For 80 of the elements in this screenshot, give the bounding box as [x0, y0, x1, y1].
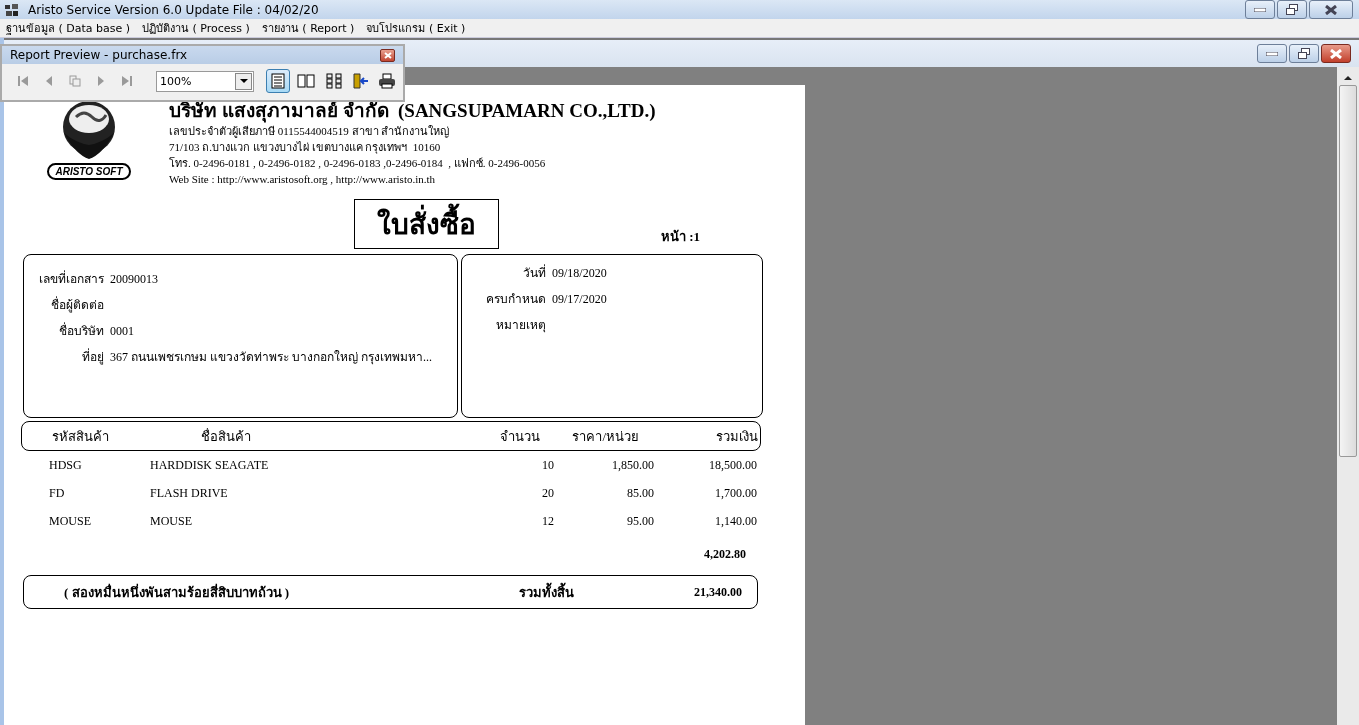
menu-item[interactable]: จบโปรแกรม ( Exit ) — [366, 19, 466, 37]
field-label: ครบกำหนด — [485, 291, 546, 308]
print-button[interactable] — [376, 70, 398, 92]
table-cell-text: 1,850.00 — [611, 457, 654, 473]
app-icon — [4, 2, 20, 17]
field-value: 0001 — [110, 324, 134, 339]
table-cell-text: 1,700.00 — [714, 485, 757, 501]
close-icon — [1330, 48, 1342, 59]
minimize-icon — [1254, 7, 1266, 12]
field-value: 20090013 — [110, 272, 158, 287]
two-page-icon — [297, 74, 315, 88]
logo-text: ARISTO SOFT — [47, 163, 131, 180]
document-title: ใบสั่งซื้อ — [354, 199, 499, 249]
vertical-scrollbar[interactable] — [1337, 67, 1359, 725]
zoom-dropdown[interactable]: 100% — [156, 70, 254, 92]
table-cell-text: HDSG — [48, 457, 83, 473]
table-cell-text: MOUSE — [149, 513, 193, 529]
field-label: หมายเหตุ — [495, 317, 546, 334]
company-name: บริษัท แสงสุภามาลย์ จำกัด (SANGSUPAMARN CO.,LTD.) — [169, 99, 656, 123]
company-info: โทร. 0-2496-0181 , 0-2496-0182 , 0-2496-0183 ,0-2496-0184 , แฟกซ์. 0-2496-0056 — [169, 156, 547, 171]
menu-item[interactable]: ฐานข้อมูล ( Data base ) — [6, 19, 131, 37]
printer-icon — [378, 73, 396, 89]
column-header: รวมเงิน — [715, 427, 758, 446]
door-exit-icon — [352, 73, 370, 89]
restore-button[interactable] — [1289, 44, 1319, 63]
close-button[interactable] — [1309, 0, 1353, 19]
table-cell-text: HARDDISK SEAGATE — [149, 457, 270, 473]
subtotal-value: 4,202.80 — [704, 547, 746, 563]
close-button[interactable] — [380, 48, 395, 62]
field-value: 367 ถนนเพชรเกษม แขวงวัดท่าพระ บางกอกใหญ่ กรุงเทพมหา... — [110, 349, 432, 366]
page-number: หน้า :1 — [661, 228, 701, 246]
dropdown-arrow-icon — [239, 79, 248, 83]
table-cell-text: 95.00 — [626, 513, 654, 529]
company-info: 71/103 ถ.บางแวก แขวงบางไผ่ เขตบางแค กรุงเทพฯ 10160 — [169, 140, 442, 155]
table-cell-text: 20 — [541, 485, 554, 501]
close-button[interactable] — [1321, 44, 1351, 63]
scrollbar-thumb[interactable] — [1339, 85, 1357, 457]
field-value: 09/17/2020 — [552, 292, 607, 307]
restore-icon — [1298, 48, 1310, 59]
restore-button[interactable] — [1277, 0, 1307, 19]
first-page-icon — [17, 75, 29, 87]
column-header: รหัสสินค้า — [51, 427, 110, 446]
table-cell-text: 18,500.00 — [708, 457, 757, 473]
table-cell-text: 85.00 — [626, 485, 654, 501]
table-cell-text: 1,140.00 — [714, 513, 757, 529]
total-label: รวมทั้งสิ้น — [518, 581, 574, 602]
close-icon — [383, 51, 392, 59]
minimize-icon — [1266, 51, 1278, 56]
last-page-icon — [121, 75, 133, 87]
field-label: วันที่ — [522, 263, 546, 282]
company-info: Web Site : http://www.aristosoft.org , http://www.aristo.in.th — [169, 172, 437, 187]
table-cell-text: 12 — [541, 513, 554, 529]
amount-in-words: ( สองหมื่นหนึ่งพันสามร้อยสี่สิบบาทถ้วน ) — [63, 582, 291, 602]
minimize-button[interactable] — [1257, 44, 1287, 63]
field-label: ที่อยู่ — [81, 347, 104, 366]
close-icon — [1325, 4, 1337, 15]
field-label: ชื่อผู้ติดต่อ — [50, 295, 104, 314]
table-cell-text: MOUSE — [48, 513, 92, 529]
menu-item[interactable]: รายงาน ( Report ) — [261, 19, 355, 37]
column-header: ชื่อสินค้า — [200, 427, 252, 446]
restore-icon — [1286, 4, 1298, 15]
scroll-up-icon[interactable] — [1343, 75, 1353, 81]
window-title: Aristo Service Version 6.0 Update File : 04/02/20 — [28, 2, 320, 17]
field-value: 09/18/2020 — [552, 266, 607, 281]
toolbar-title: Report Preview - purchase.frx — [10, 48, 189, 62]
total-value: 21,340.00 — [693, 584, 742, 600]
minimize-button[interactable] — [1245, 0, 1275, 19]
single-page-icon — [271, 73, 285, 89]
table-cell-text: FD — [48, 485, 66, 501]
company-info: เลขประจำตัวผู้เสียภาษี 0115544004519 สาขา สำนักงานใหญ่ — [169, 124, 451, 139]
copy-icon — [69, 75, 81, 87]
field-label: เลขที่เอกสาร — [38, 269, 104, 288]
single-page-view-button[interactable] — [266, 69, 290, 93]
column-header: ราคา/หน่วย — [571, 427, 639, 446]
multi-page-icon — [326, 73, 342, 89]
table-cell-text: 10 — [541, 457, 554, 473]
field-label: ชื่อบริษัท — [58, 321, 104, 340]
table-cell-text: FLASH DRIVE — [149, 485, 229, 501]
menu-item[interactable]: ปฏิบัติงาน ( Process ) — [142, 19, 250, 37]
column-header: จำนวน — [499, 427, 540, 446]
